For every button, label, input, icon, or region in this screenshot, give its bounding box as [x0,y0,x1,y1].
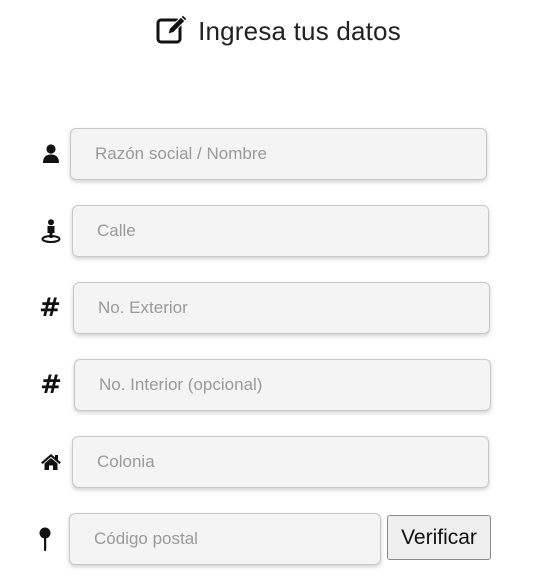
verify-button[interactable]: Verificar [387,515,491,560]
neighborhood-input[interactable] [72,436,489,488]
home-icon [39,450,63,474]
exterior-number-input[interactable] [73,282,490,334]
street-input[interactable] [72,205,489,257]
page-title: Ingresa tus datos [198,16,401,46]
interior-number-input[interactable] [74,359,491,411]
user-icon [39,142,63,166]
postal-code-input[interactable] [69,513,381,565]
data-entry-page: Ingresa tus datos # # [0,0,557,579]
map-pin-icon [33,527,57,552]
hashtag-icon: # [39,293,61,323]
form-header: Ingresa tus datos [0,13,557,47]
edit-icon [156,13,190,46]
business-name-input[interactable] [70,128,487,180]
hashtag-icon: # [40,370,62,400]
street-view-icon [39,219,63,243]
